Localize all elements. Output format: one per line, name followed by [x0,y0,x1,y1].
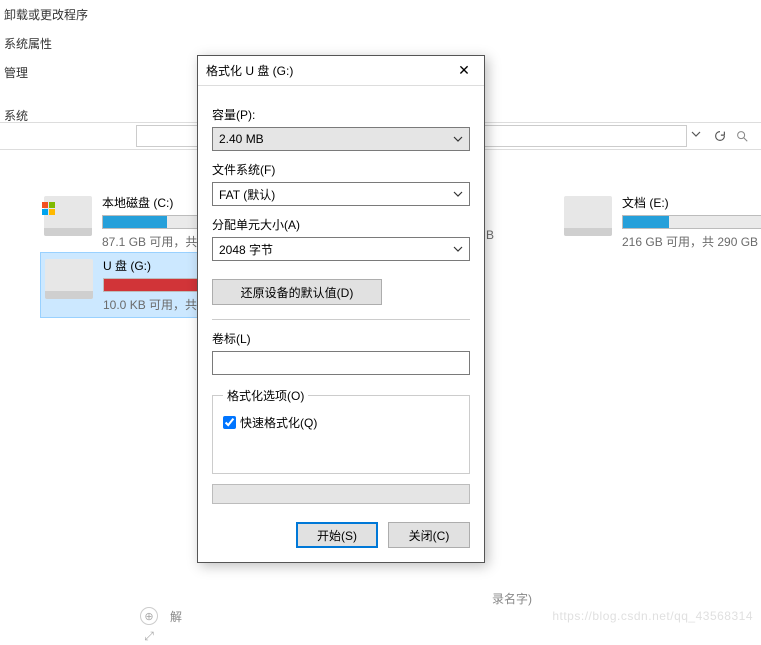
dialog-buttons: 开始(S) 关闭(C) [198,522,484,562]
capacity-label: 容量(P): [212,106,470,123]
filesystem-value: FAT (默认) [219,186,275,203]
allocation-value: 2048 字节 [219,241,273,258]
drive-stats: 216 GB 可用，共 290 GB [622,233,761,250]
volume-label: 卷标(L) [212,330,470,347]
chevron-down-icon [453,189,463,199]
filesystem-select[interactable]: FAT (默认) [212,182,470,206]
filesystem-label: 文件系统(F) [212,161,470,178]
windows-logo-icon [42,202,56,216]
background-text-2: ⤢ [140,627,158,645]
chevron-down-icon[interactable] [691,129,705,143]
drive-icon [45,259,93,299]
drive-icon [44,196,92,236]
drive-info: 文档 (E:) 216 GB 可用，共 290 GB [622,194,761,250]
close-icon: ✕ [458,62,470,79]
quick-format-label: 快速格式化(Q) [240,414,317,431]
drive-icon [564,196,612,236]
drive-usage-fill [103,216,167,228]
drive-usage-fill [623,216,669,228]
sidebar-item-manage[interactable]: 管理 [0,58,130,87]
format-dialog: 格式化 U 盘 (G:) ✕ 容量(P): 2.40 MB 文件系统(F) FA… [197,55,485,563]
quick-format-row[interactable]: 快速格式化(Q) [223,414,459,431]
sidebar-item-properties[interactable]: 系统属性 [0,29,130,58]
capacity-value: 2.40 MB [219,132,264,146]
ghost-text: 解 [170,608,182,625]
format-options-legend: 格式化选项(O) [223,387,308,404]
allocation-label: 分配单元大小(A) [212,216,470,233]
drive-usage-bar [622,215,761,229]
target-icon: ⊕ [140,607,158,625]
sidebar-item-uninstall[interactable]: 卸载或更改程序 [0,0,130,29]
close-dialog-button[interactable]: 关闭(C) [388,522,470,548]
sidebar: 卸载或更改程序 系统属性 管理 系统 [0,0,130,130]
search-box[interactable] [735,125,755,147]
capacity-select[interactable]: 2.40 MB [212,127,470,151]
ghost-text-2: 录名字) [492,590,532,607]
drive-name: 文档 (E:) [622,194,761,211]
expand-icon: ⤢ [140,627,158,645]
format-options-group: 格式化选项(O) 快速格式化(Q) [212,387,470,474]
quick-format-checkbox[interactable] [223,416,236,429]
chevron-down-icon [453,134,463,144]
dialog-body: 容量(P): 2.40 MB 文件系统(F) FAT (默认) 分配单元大小(A… [198,86,484,522]
chevron-down-icon [453,244,463,254]
divider [212,319,470,320]
format-progress-bar [212,484,470,504]
restore-defaults-button[interactable]: 还原设备的默认值(D) [212,279,382,305]
dialog-title: 格式化 U 盘 (G:) [206,62,444,79]
start-button[interactable]: 开始(S) [296,522,378,548]
clipped-text: B [486,228,494,242]
dialog-titlebar[interactable]: 格式化 U 盘 (G:) ✕ [198,56,484,86]
allocation-select[interactable]: 2048 字节 [212,237,470,261]
background-text: ⊕ 解 [140,607,182,625]
refresh-button[interactable] [709,125,731,147]
watermark: https://blog.csdn.net/qq_43568314 [552,609,753,623]
close-button[interactable]: ✕ [444,56,484,86]
volume-input[interactable] [212,351,470,375]
drive-item-e[interactable]: 文档 (E:) 216 GB 可用，共 290 GB [560,190,761,254]
